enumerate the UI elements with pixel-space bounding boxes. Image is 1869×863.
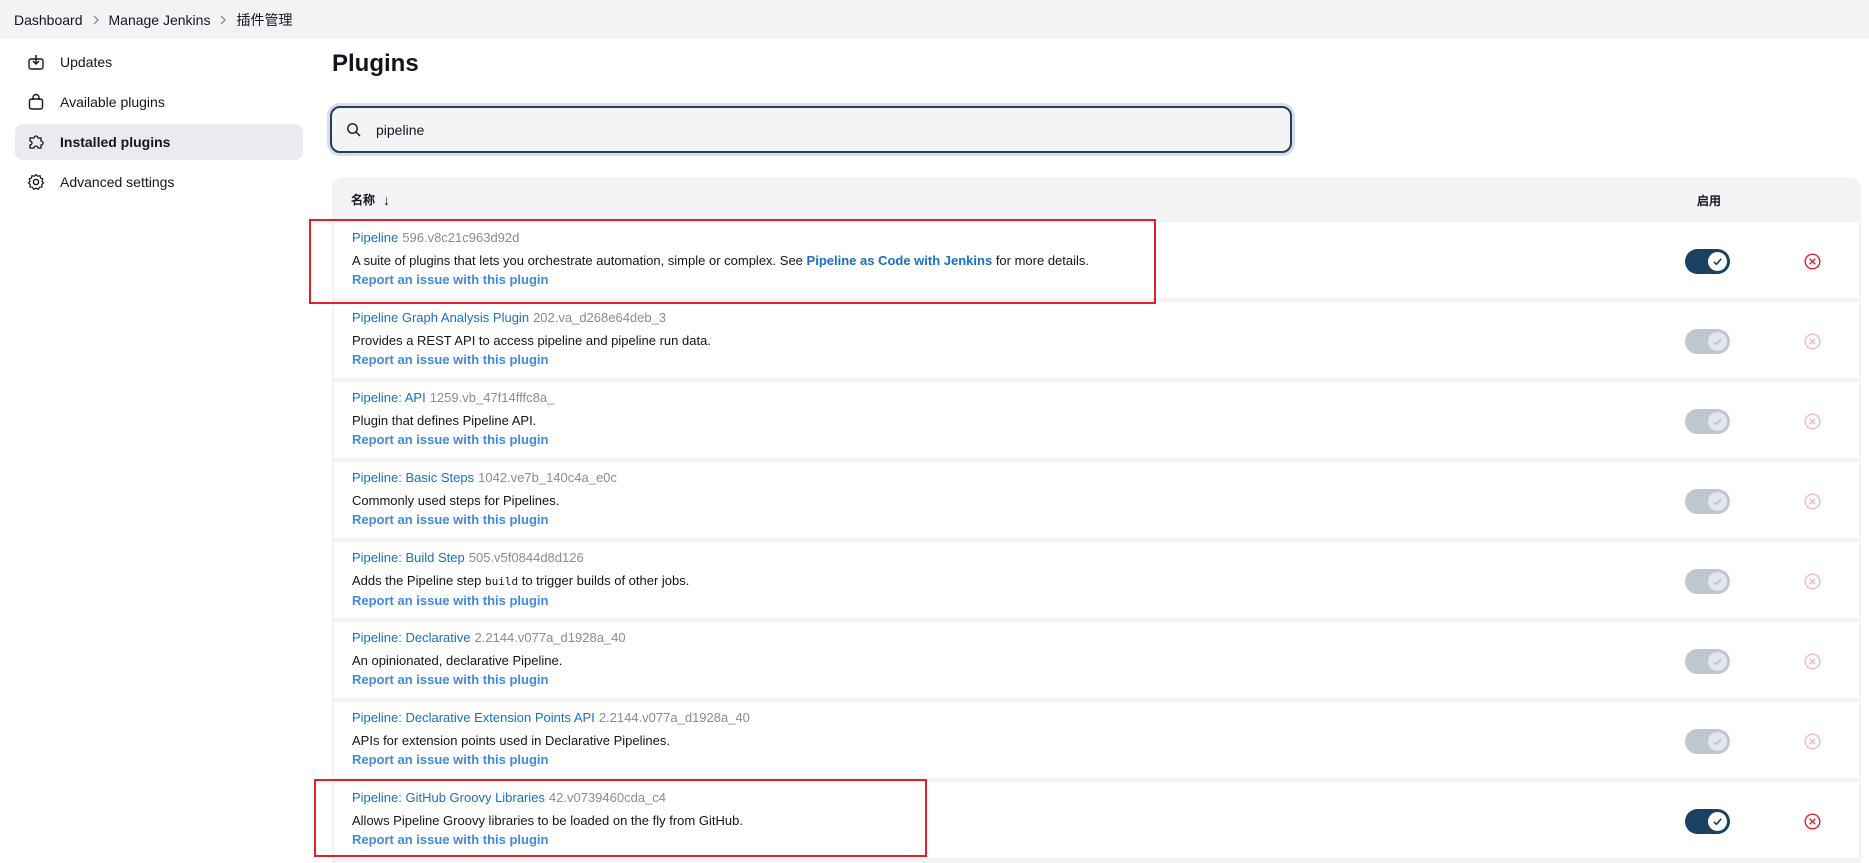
- plugin-name-link[interactable]: Pipeline: [352, 230, 398, 245]
- check-icon: [1708, 412, 1727, 431]
- sort-arrow-icon: ↓: [383, 191, 391, 208]
- plugin-version: 2.2144.v077a_d1928a_40: [474, 630, 626, 645]
- uninstall-icon[interactable]: [1804, 653, 1821, 670]
- sidebar-item-available-plugins[interactable]: Available plugins: [15, 84, 303, 120]
- report-issue-link[interactable]: Report an issue with this plugin: [352, 432, 554, 448]
- plugin-version: 596.v8c21c963d92d: [402, 230, 520, 245]
- inline-code: build: [484, 575, 519, 588]
- uninstall-icon[interactable]: [1804, 413, 1821, 430]
- plugin-version: 2.2144.v077a_d1928a_40: [598, 710, 750, 725]
- shopping-bag-icon: [27, 93, 45, 111]
- enabled-toggle[interactable]: [1685, 729, 1730, 754]
- table-row: Pipeline: Declarative Extension Points A…: [334, 702, 1859, 780]
- plugin-name-link[interactable]: Pipeline: Declarative Extension Points A…: [352, 710, 595, 725]
- plugin-version: 42.v0739460cda_c4: [548, 790, 667, 805]
- column-header-name-label: 名称: [351, 193, 376, 207]
- table-row: Pipeline: Declarative 2.2144.v077a_d1928a…: [334, 622, 1859, 700]
- table-row: Pipeline: API 1259.vb_47f14fffc8a_ Plugin…: [334, 382, 1859, 460]
- sidebar-item-installed-plugins[interactable]: Installed plugins: [15, 124, 303, 160]
- table-row: Pipeline Graph Analysis Plugin 202.va_d26…: [334, 302, 1859, 380]
- plugin-description: An opinionated, declarative Pipeline.: [352, 653, 563, 668]
- plugin-description: Adds the Pipeline step build to trigger …: [352, 573, 690, 588]
- uninstall-icon[interactable]: [1804, 333, 1821, 350]
- plugin-name-link[interactable]: Pipeline: API: [352, 390, 426, 405]
- check-icon: [1708, 492, 1727, 511]
- table-row: Pipeline: Build Step 505.v5f0844d8d126 Ad…: [334, 542, 1859, 620]
- page-title: Plugins: [332, 50, 419, 77]
- report-issue-link[interactable]: Report an issue with this plugin: [352, 352, 711, 368]
- sidebar-item-label: Advanced settings: [60, 174, 175, 190]
- plugin-name-link[interactable]: Pipeline: Declarative: [352, 630, 471, 645]
- plugin-version: 202.va_d268e64deb_3: [533, 310, 667, 325]
- plugin-description: Commonly used steps for Pipelines.: [352, 493, 560, 508]
- column-header-name[interactable]: 名称 ↓: [351, 191, 390, 208]
- enabled-toggle[interactable]: [1685, 249, 1730, 274]
- plugin-version: 1042.ve7b_140c4a_e0c: [478, 470, 617, 485]
- plugin-name-link[interactable]: Pipeline: Build Step: [352, 550, 465, 565]
- sidebar-item-label: Available plugins: [60, 94, 165, 110]
- sidebar-item-label: Installed plugins: [60, 134, 171, 150]
- enabled-toggle[interactable]: [1685, 489, 1730, 514]
- search-box[interactable]: [330, 106, 1292, 153]
- check-icon: [1708, 732, 1727, 751]
- plugin-name-link[interactable]: Pipeline Graph Analysis Plugin: [352, 310, 529, 325]
- enabled-toggle[interactable]: [1685, 409, 1730, 434]
- report-issue-link[interactable]: Report an issue with this plugin: [352, 672, 626, 688]
- puzzle-icon: [27, 133, 45, 151]
- plugin-description: Provides a REST API to access pipeline a…: [352, 333, 711, 348]
- uninstall-icon[interactable]: [1804, 573, 1821, 590]
- enabled-toggle[interactable]: [1685, 329, 1730, 354]
- check-icon: [1708, 252, 1727, 271]
- plugin-description: Allows Pipeline Groovy libraries to be l…: [352, 813, 743, 828]
- check-icon: [1708, 812, 1727, 831]
- plugin-description: Plugin that defines Pipeline API.: [352, 413, 537, 428]
- plugin-description: A suite of plugins that lets you orchest…: [352, 253, 1090, 268]
- download-icon: [27, 53, 45, 71]
- breadcrumb-plugin-manager[interactable]: 插件管理: [236, 10, 292, 30]
- enabled-toggle[interactable]: [1685, 649, 1730, 674]
- uninstall-icon[interactable]: [1804, 253, 1821, 270]
- chevron-right-icon: [83, 15, 109, 25]
- plugin-name-link[interactable]: Pipeline: GitHub Groovy Libraries: [352, 790, 545, 805]
- report-issue-link[interactable]: Report an issue with this plugin: [352, 272, 1089, 288]
- table-row: Pipeline: Basic Steps 1042.ve7b_140c4a_e0…: [334, 462, 1859, 540]
- sidebar-item-label: Updates: [60, 54, 113, 70]
- breadcrumb: Dashboard Manage Jenkins 插件管理: [0, 0, 1869, 39]
- table-header: 名称 ↓ 启用: [332, 177, 1861, 222]
- sidebar: Updates Available plugins Installed plug…: [15, 44, 303, 204]
- table-row: Pipeline 596.v8c21c963d92d A suite of plu…: [334, 222, 1859, 300]
- plugin-version: 1259.vb_47f14fffc8a_: [429, 390, 555, 405]
- chevron-right-icon: [210, 15, 236, 25]
- check-icon: [1708, 652, 1727, 671]
- column-header-enabled[interactable]: 启用: [1697, 192, 1721, 209]
- check-icon: [1708, 572, 1727, 591]
- report-issue-link[interactable]: Report an issue with this plugin: [352, 752, 750, 768]
- report-issue-link[interactable]: Report an issue with this plugin: [352, 832, 743, 848]
- plugin-description: APIs for extension points used in Declar…: [352, 733, 670, 748]
- search-icon: [346, 122, 362, 138]
- report-issue-link[interactable]: Report an issue with this plugin: [352, 512, 617, 528]
- sidebar-item-advanced-settings[interactable]: Advanced settings: [15, 164, 303, 200]
- uninstall-icon[interactable]: [1804, 493, 1821, 510]
- report-issue-link[interactable]: Report an issue with this plugin: [352, 593, 689, 609]
- breadcrumb-manage-jenkins[interactable]: Manage Jenkins: [109, 12, 211, 28]
- gear-icon: [27, 173, 45, 191]
- pipeline-as-code-link[interactable]: Pipeline as Code with Jenkins: [807, 253, 993, 268]
- plugins-table: 名称 ↓ 启用 Pipeline 596.v8c21c963d92d A suit…: [332, 177, 1861, 863]
- enabled-toggle[interactable]: [1685, 569, 1730, 594]
- plugin-version: 505.v5f0844d8d126: [468, 550, 584, 565]
- check-icon: [1708, 332, 1727, 351]
- plugin-name-link[interactable]: Pipeline: Basic Steps: [352, 470, 474, 485]
- breadcrumb-dashboard[interactable]: Dashboard: [14, 12, 83, 28]
- uninstall-icon[interactable]: [1804, 733, 1821, 750]
- search-input[interactable]: [376, 121, 1256, 138]
- table-row: Pipeline: GitHub Groovy Libraries 42.v073…: [334, 782, 1859, 860]
- uninstall-icon[interactable]: [1804, 813, 1821, 830]
- enabled-toggle[interactable]: [1685, 809, 1730, 834]
- sidebar-item-updates[interactable]: Updates: [15, 44, 303, 80]
